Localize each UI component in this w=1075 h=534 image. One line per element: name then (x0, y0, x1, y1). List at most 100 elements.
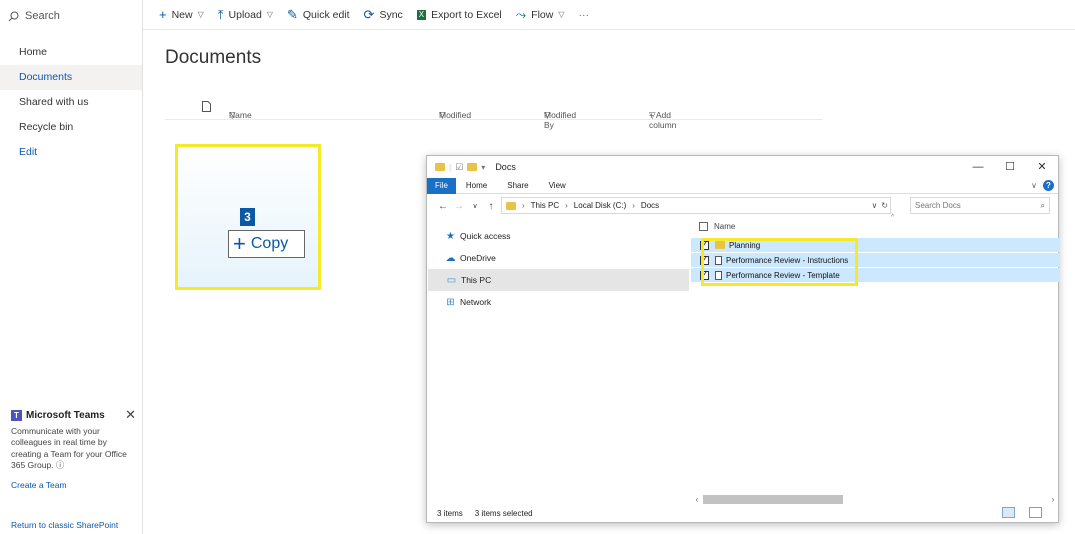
drop-zone[interactable]: 3 + Copy (175, 144, 321, 290)
scroll-right-icon[interactable]: › (1047, 495, 1059, 504)
selected-count: 3 items selected (474, 508, 533, 518)
teams-icon: T (11, 410, 22, 422)
tab-view[interactable]: View (539, 178, 576, 194)
search-box[interactable]: Search (8, 7, 60, 25)
nav-item-home[interactable]: Home (0, 40, 142, 65)
command-bar: + New ▽ ⤒ Upload ▽ ✎ Quick edit ⟳ Sync X… (143, 0, 1075, 30)
customize-dropdown-icon[interactable]: ▾ (481, 163, 485, 172)
nav-edit-link[interactable]: Edit (0, 140, 142, 165)
scroll-left-icon[interactable]: ‹ (691, 495, 703, 504)
ribbon-right: ∨ ? (1031, 180, 1054, 191)
large-icons-view-icon[interactable] (1029, 507, 1042, 518)
chevron-down-icon: ▽ (229, 110, 236, 120)
sync-label: Sync (379, 8, 403, 21)
nav-item-shared-with-us[interactable]: Shared with us (0, 90, 142, 115)
nav-item-recycle-bin[interactable]: Recycle bin (0, 115, 142, 140)
file-type-icon[interactable] (202, 101, 211, 114)
nav-item-documents[interactable]: Documents (0, 65, 142, 90)
flow-button[interactable]: ⤳ Flow ▽ (516, 8, 565, 21)
breadcrumb-docs[interactable]: Docs (641, 201, 659, 210)
sync-button[interactable]: ⟳ Sync (364, 8, 403, 21)
nav-this-pc-label: This PC (461, 275, 492, 285)
plus-icon: + (159, 7, 167, 22)
folder-icon (435, 163, 445, 171)
status-bar: 3 items 3 items selected (427, 504, 1058, 522)
left-nav: Search Home Documents Shared with us Rec… (0, 0, 143, 534)
view-toggle (1002, 507, 1054, 518)
item-count: 3 items (437, 508, 463, 518)
search-docs-placeholder: Search Docs (915, 201, 961, 210)
page-title: Documents (165, 47, 262, 68)
forward-arrow-icon[interactable]: → (451, 201, 467, 212)
search-docs-input[interactable]: Search Docs ⌕ (910, 197, 1050, 214)
scroll-track[interactable] (703, 495, 1047, 504)
nav-this-pc[interactable]: ▭ This PC (428, 269, 689, 291)
help-icon[interactable]: ? (1043, 180, 1054, 191)
close-icon[interactable]: ✕ (1026, 156, 1058, 178)
expand-ribbon-icon[interactable]: ∨ (1031, 181, 1037, 190)
sync-icon: ⟳ (363, 7, 375, 22)
new-folder-icon[interactable] (467, 163, 478, 171)
chevron-down-icon: ▽ (439, 110, 446, 120)
pencil-icon: ✎ (286, 7, 298, 22)
chevron-down-icon[interactable]: ∨ (871, 201, 877, 210)
selection-highlight (701, 238, 858, 286)
flow-label: Flow (531, 8, 554, 21)
maximize-icon[interactable]: ☐ (994, 156, 1026, 178)
tab-home[interactable]: Home (456, 178, 497, 194)
search-label: Search (25, 10, 60, 22)
create-team-link[interactable]: Create a Team (11, 480, 137, 492)
more-button[interactable]: ··· (579, 9, 590, 21)
plus-icon: + (233, 231, 246, 256)
copy-drop-indicator: + Copy (228, 230, 305, 258)
new-label: New (171, 8, 193, 21)
recent-dropdown-icon[interactable]: ∨ (467, 202, 483, 210)
nav-quick-access[interactable]: ★ Quick access (427, 225, 689, 247)
nav-network[interactable]: ⊞ Network (427, 291, 689, 313)
network-icon: ⊞ (446, 296, 455, 308)
breadcrumb-this-pc[interactable]: This PC (531, 201, 559, 210)
teams-title-row: T Microsoft Teams (11, 410, 137, 422)
file-explorer-window: | ☑ ▾ Docs — ☐ ✕ File Home Share View ∨ … (426, 155, 1059, 523)
address-bar[interactable]: › This PC › Local Disk (C:) › Docs ∨ ↻ (501, 197, 891, 214)
teams-desc-1: Communicate with your (11, 425, 100, 436)
address-row: ← → ∨ ↑ › This PC › Local Disk (C:) › Do… (427, 194, 1058, 218)
minimize-icon[interactable]: — (962, 156, 994, 178)
back-arrow-icon[interactable]: ← (435, 201, 451, 212)
return-classic-link[interactable]: Return to classic SharePoint (11, 520, 118, 530)
teams-desc-4-text: 365 Group. (11, 460, 54, 470)
export-excel-button[interactable]: X Export to Excel (416, 8, 502, 21)
new-button[interactable]: + New ▽ (159, 8, 204, 21)
star-icon: ★ (446, 230, 455, 242)
tab-file[interactable]: File (427, 177, 456, 194)
details-view-icon[interactable] (1002, 507, 1015, 518)
upload-button[interactable]: ⤒ Upload ▽ (218, 8, 273, 21)
info-icon[interactable]: ⓘ (56, 460, 65, 470)
up-arrow-icon[interactable]: ↑ (483, 201, 499, 212)
chevron-down-icon: ▽ (649, 110, 656, 120)
name-column-header[interactable]: Name (714, 222, 735, 231)
export-label: Export to Excel (431, 8, 502, 21)
sort-caret-icon: ^ (891, 214, 895, 221)
breadcrumb-local-disk[interactable]: Local Disk (C:) (574, 201, 626, 210)
chevron-right-icon: › (522, 201, 525, 210)
nav-onedrive[interactable]: ☁ OneDrive (427, 247, 689, 269)
teams-title: Microsoft Teams (26, 410, 105, 421)
ribbon-tabs: File Home Share View ∨ ? (427, 177, 1058, 194)
file-list-header[interactable]: ^ Name (691, 214, 1059, 234)
quick-edit-button[interactable]: ✎ Quick edit (287, 8, 350, 21)
drag-count-badge: 3 (240, 208, 255, 226)
select-all-checkbox[interactable] (699, 221, 708, 231)
tab-share[interactable]: Share (497, 178, 538, 194)
teams-desc-4: 365 Group. ⓘ (11, 460, 137, 472)
upload-label: Upload (228, 8, 262, 21)
separator: | (449, 162, 452, 172)
properties-icon[interactable]: ☑ (455, 162, 463, 173)
flow-icon: ⤳ (515, 7, 527, 22)
computer-icon: ▭ (446, 274, 457, 286)
copy-label: Copy (250, 235, 289, 252)
refresh-icon[interactable]: ↻ (881, 201, 888, 210)
close-icon[interactable]: ✕ (125, 408, 136, 420)
scroll-thumb[interactable] (703, 495, 843, 504)
search-icon (8, 11, 19, 21)
